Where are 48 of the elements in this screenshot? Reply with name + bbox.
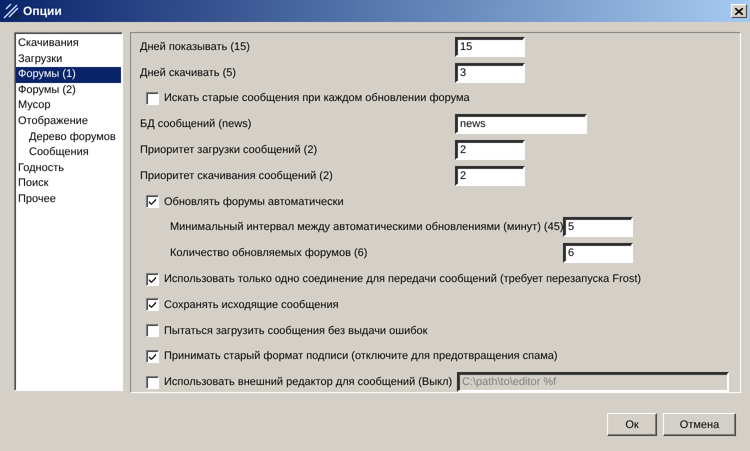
setting-label: Количество обновляемых форумов (6) <box>170 247 368 260</box>
checkbox-label: Использовать только одно соединение для передачи сообщений (требует перезапуска Frost) <box>164 273 642 286</box>
setting-label: Дней показывать (15) <box>140 40 251 53</box>
checkbox[interactable] <box>146 350 159 363</box>
sidebar-item[interactable]: Скачивания <box>16 36 121 52</box>
input-field[interactable]: 2 <box>455 166 525 186</box>
sidebar-item[interactable]: Годность <box>16 160 121 176</box>
setting-label: Приоритет загрузки сообщений (2) <box>140 144 318 156</box>
close-button[interactable] <box>731 4 747 18</box>
window-title: Опции <box>23 4 63 18</box>
sidebar-item[interactable]: Отображение <box>16 114 121 130</box>
checkbox-label: Искать старые сообщения при каждом обновлении форума <box>164 92 470 104</box>
checkbox[interactable] <box>146 324 159 338</box>
input-field[interactable]: 3 <box>455 62 525 83</box>
checkbox-label: Использовать внешний редактор для сообщений (Выкл) <box>164 376 452 388</box>
checkbox[interactable] <box>146 92 159 105</box>
checkbox[interactable] <box>146 272 159 286</box>
checkbox-label: Обновлять форумы автоматически <box>164 196 344 208</box>
checkbox-label: Принимать старый формат подписи (отключите для предотвращения спама) <box>164 350 558 362</box>
setting-label: Дней скачивать (5) <box>140 66 238 79</box>
check-icon <box>148 352 157 361</box>
checkbox[interactable] <box>146 195 159 208</box>
input-field[interactable]: 15 <box>455 36 525 57</box>
checkbox[interactable] <box>146 298 159 312</box>
check-icon <box>148 197 157 206</box>
sidebar-item[interactable]: Мусор <box>16 98 121 114</box>
input-field[interactable]: 5 <box>563 217 633 238</box>
sidebar-item[interactable]: Дерево форумов <box>16 130 121 146</box>
setting-label: Минимальный интервал между автоматическими обновлениями (минут) (45) <box>170 221 563 234</box>
check-icon <box>148 274 157 284</box>
app-icon <box>3 3 19 19</box>
sidebar-item[interactable]: Загрузки <box>16 52 121 68</box>
input-field[interactable]: 6 <box>563 243 633 264</box>
sidebar-item[interactable]: Форумы (1) <box>16 67 121 83</box>
setting-label: Приоритет скачивания сообщений (2) <box>140 170 334 182</box>
input-field[interactable]: 2 <box>455 140 525 160</box>
sidebar-item[interactable]: Сообщения <box>16 145 121 161</box>
dialog-button[interactable]: Отмена <box>663 413 736 436</box>
input-field[interactable]: news <box>455 114 587 134</box>
close-icon <box>735 8 743 14</box>
sidebar-item[interactable]: Форумы (2) <box>16 82 121 98</box>
dialog-button[interactable]: Ок <box>607 413 657 436</box>
check-icon <box>148 300 157 310</box>
checkbox-label: Сохранять исходящие сообщения <box>164 298 339 311</box>
checkbox-label: Пытаться загрузить сообщения без выдачи ошибок <box>164 324 428 337</box>
sidebar-item[interactable]: Поиск <box>16 176 121 192</box>
setting-label: БД сообщений (news) <box>140 118 252 130</box>
sidebar-item[interactable]: Прочее <box>16 192 121 208</box>
